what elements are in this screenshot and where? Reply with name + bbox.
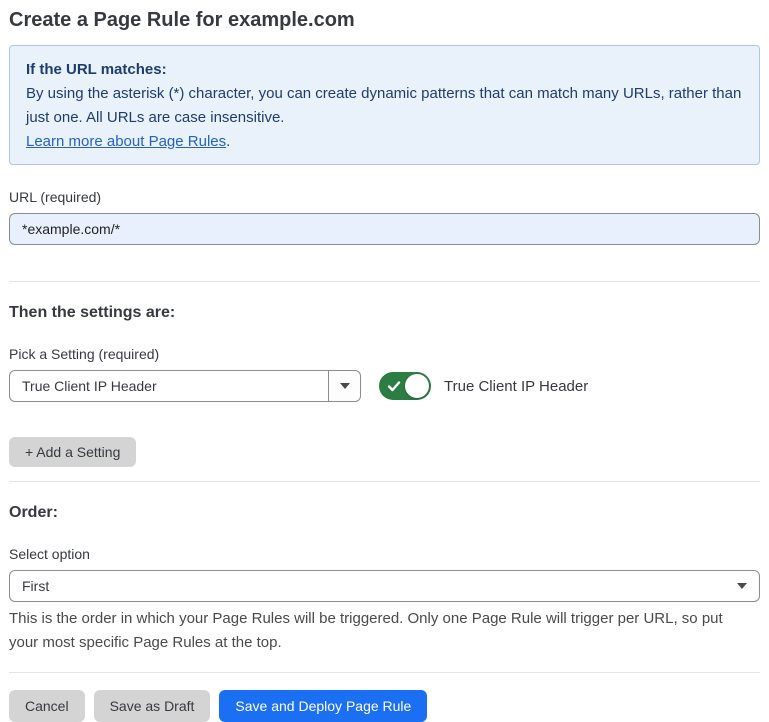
- info-box-body: By using the asterisk (*) character, you…: [26, 82, 743, 130]
- true-client-ip-toggle[interactable]: [379, 372, 431, 400]
- chevron-down-icon: [737, 583, 747, 589]
- pick-setting-label: Pick a Setting (required): [9, 346, 760, 362]
- toggle-knob: [405, 374, 429, 398]
- add-setting-button[interactable]: + Add a Setting: [9, 437, 136, 467]
- actions-row: Cancel Save as Draft Save and Deploy Pag…: [9, 690, 760, 722]
- order-section-heading: Order:: [9, 504, 760, 522]
- link-period: .: [226, 133, 230, 150]
- cancel-button[interactable]: Cancel: [9, 690, 85, 722]
- setting-select[interactable]: True Client IP Header: [9, 370, 361, 402]
- url-match-info-box: If the URL matches: By using the asteris…: [9, 45, 760, 165]
- learn-more-link[interactable]: Learn more about Page Rules: [26, 133, 226, 150]
- setting-select-value: True Client IP Header: [10, 371, 328, 401]
- order-help-text: This is the order in which your Page Rul…: [9, 607, 754, 655]
- url-field-label: URL (required): [9, 189, 760, 205]
- url-input[interactable]: [9, 213, 760, 245]
- check-icon: [387, 379, 401, 393]
- info-box-heading: If the URL matches:: [26, 58, 743, 82]
- order-select[interactable]: First: [9, 570, 760, 602]
- chevron-down-icon: [340, 383, 350, 389]
- toggle-label: True Client IP Header: [444, 378, 588, 395]
- settings-section-heading: Then the settings are:: [9, 304, 760, 322]
- setting-select-arrow-button[interactable]: [328, 371, 360, 401]
- order-select-arrow: [737, 571, 747, 601]
- order-select-label: Select option: [9, 546, 760, 562]
- save-and-deploy-button[interactable]: Save and Deploy Page Rule: [219, 690, 427, 722]
- save-as-draft-button[interactable]: Save as Draft: [94, 690, 211, 722]
- page-title: Create a Page Rule for example.com: [9, 6, 760, 34]
- divider-settings-order: [9, 481, 760, 482]
- info-box-link-line: Learn more about Page Rules.: [26, 130, 743, 154]
- order-select-value: First: [10, 571, 737, 601]
- setting-row: True Client IP Header True Client IP Hea…: [9, 370, 760, 402]
- divider-url-settings: [9, 281, 760, 282]
- divider-actions: [9, 672, 760, 673]
